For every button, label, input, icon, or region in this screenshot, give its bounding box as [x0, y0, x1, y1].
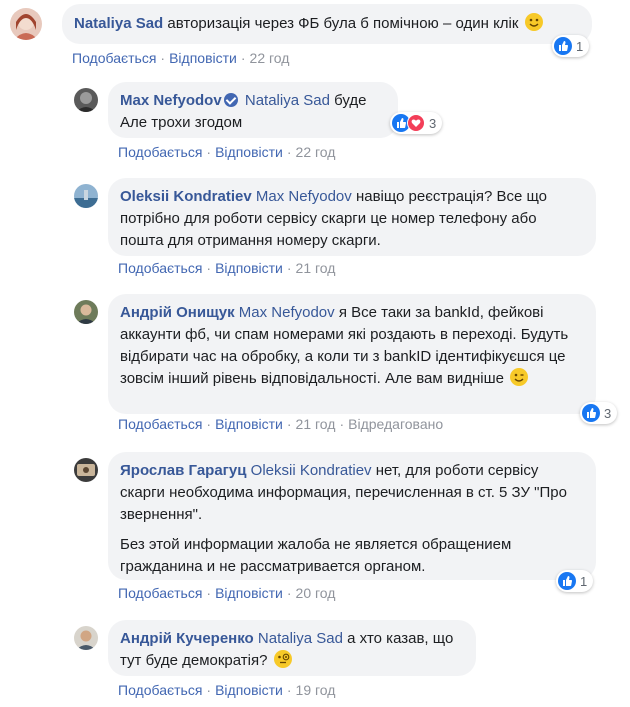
avatar[interactable] — [74, 88, 98, 112]
avatar[interactable] — [74, 458, 98, 482]
reaction-count[interactable]: 1 — [552, 35, 590, 57]
comment-bubble: Max Nefyodov Nataliya Sad буде Але трохи… — [108, 82, 398, 138]
like-link[interactable]: Подобається — [72, 50, 156, 66]
reaction-count-value: 1 — [580, 573, 588, 589]
like-link[interactable]: Подобається — [118, 260, 202, 276]
comment-text: буде — [334, 92, 367, 109]
comment-mention[interactable]: Nataliya Sad — [258, 630, 343, 647]
comment-text: авторизація через ФБ була б помічною – о… — [167, 15, 519, 32]
reply-link[interactable]: Відповісти — [169, 50, 237, 66]
comment-reply: Андрій Кучеренко Nataliya Sad а хто каза… — [0, 616, 630, 707]
comment-reply: Ярослав Гарагуц Oleksii Kondratiev нет, … — [0, 448, 630, 608]
avatar[interactable] — [10, 8, 42, 40]
like-reaction-icon — [554, 37, 572, 55]
comment-mention[interactable]: Max Nefyodov — [239, 304, 335, 321]
comment-actions: Подобається · Відповісти · 20 год — [118, 585, 336, 601]
comment-actions: Подобається · Відповісти · 21 год · Відредагов… — [118, 416, 444, 432]
avatar[interactable] — [74, 626, 98, 650]
edited-label[interactable]: Відредаговано — [348, 416, 443, 432]
avatar[interactable] — [74, 184, 98, 208]
comment: Nataliya Sad авторизація через ФБ була б… — [0, 0, 630, 70]
love-reaction-icon — [407, 114, 425, 132]
comment-reply: Max Nefyodov Nataliya Sad буде Але трохи… — [0, 78, 630, 168]
like-link[interactable]: Подобається — [118, 416, 202, 432]
reaction-count[interactable]: 3 — [390, 112, 443, 134]
comment-time[interactable]: 20 год — [296, 585, 336, 601]
reaction-count-value: 3 — [429, 115, 437, 131]
comment-actions: Подобається · Відповісти · 21 год — [118, 260, 336, 276]
comment-text-line: Але трохи згодом — [120, 114, 243, 131]
wink-emoji-icon — [510, 368, 529, 386]
reaction-count[interactable]: 3 — [580, 402, 618, 424]
comment-bubble: Андрій Онищук Max Nefyodov я Все таки за… — [108, 294, 596, 414]
comment-mention[interactable]: Max Nefyodov — [256, 188, 352, 205]
comment-mention[interactable]: Nataliya Sad — [245, 92, 330, 109]
comment-reply: Oleksii Kondratiev Max Nefyodov навіщо р… — [0, 174, 630, 284]
like-link[interactable]: Подобається — [118, 682, 202, 698]
comment-author[interactable]: Ярослав Гарагуц — [120, 462, 246, 479]
like-link[interactable]: Подобається — [118, 144, 202, 160]
comment-time[interactable]: 22 год — [296, 144, 336, 160]
comment-paragraph: Без этой информации жалоба не является о… — [120, 536, 512, 575]
comment-actions: Подобається · Відповісти · 22 год — [72, 50, 290, 66]
comment-author[interactable]: Андрій Онищук — [120, 304, 235, 321]
reply-link[interactable]: Відповісти — [215, 416, 283, 432]
reaction-count-value: 3 — [604, 405, 612, 421]
comment-author[interactable]: Андрій Кучеренко — [120, 630, 254, 647]
comment-bubble: Андрій Кучеренко Nataliya Sad а хто каза… — [108, 620, 476, 676]
smile-emoji-icon — [524, 13, 543, 31]
like-reaction-icon — [558, 572, 576, 590]
comment-mention[interactable]: Oleksii Kondratiev — [251, 462, 372, 479]
reaction-count-value: 1 — [576, 38, 584, 54]
reply-link[interactable]: Відповісти — [215, 682, 283, 698]
reply-link[interactable]: Відповісти — [215, 585, 283, 601]
comment-actions: Подобається · Відповісти · 19 год — [118, 682, 336, 698]
comment-bubble: Oleksii Kondratiev Max Nefyodov навіщо р… — [108, 178, 596, 256]
comment-paragraph: Ярослав Гарагуц Oleksii Kondratiev нет, … — [120, 460, 584, 526]
comment-time[interactable]: 21 год — [296, 416, 336, 432]
comment-bubble: Nataliya Sad авторизація через ФБ була б… — [62, 4, 592, 44]
like-link[interactable]: Подобається — [118, 585, 202, 601]
like-reaction-icon — [582, 404, 600, 422]
verified-badge-icon — [223, 93, 238, 107]
reply-link[interactable]: Відповісти — [215, 144, 283, 160]
comment-actions: Подобається · Відповісти · 22 год — [118, 144, 336, 160]
comment-author[interactable]: Oleksii Kondratiev — [120, 188, 252, 205]
comment-time[interactable]: 21 год — [296, 260, 336, 276]
monocle-emoji-icon — [273, 650, 292, 668]
avatar[interactable] — [74, 300, 98, 324]
comment-author[interactable]: Max Nefyodov — [120, 92, 222, 109]
comment-time[interactable]: 22 год — [250, 50, 290, 66]
reaction-count[interactable]: 1 — [556, 570, 594, 592]
reply-link[interactable]: Відповісти — [215, 260, 283, 276]
comment-reply: Андрій Онищук Max Nefyodov я Все таки за… — [0, 290, 630, 440]
comment-author[interactable]: Nataliya Sad — [74, 15, 163, 32]
comment-bubble: Ярослав Гарагуц Oleksii Kondratiev нет, … — [108, 452, 596, 580]
comment-time[interactable]: 19 год — [296, 682, 336, 698]
